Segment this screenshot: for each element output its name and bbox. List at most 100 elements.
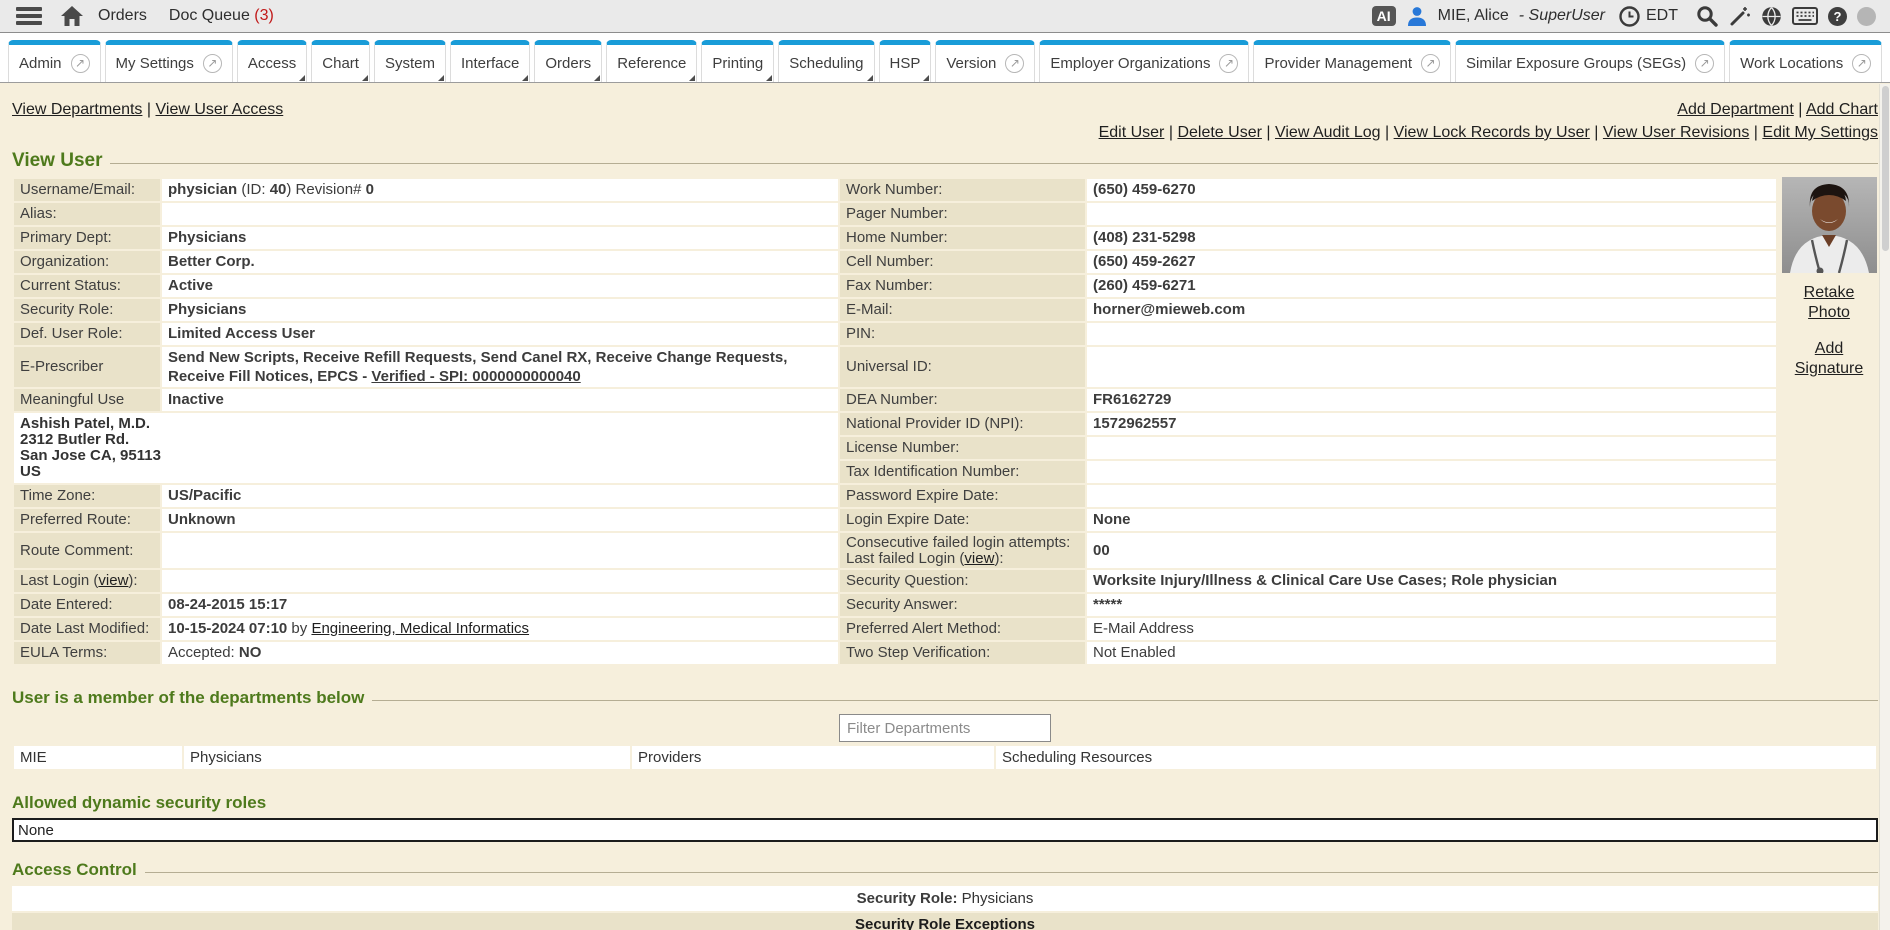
popout-icon[interactable]: ↗ (71, 54, 90, 73)
tab-admin[interactable]: Admin↗ (8, 40, 101, 82)
spi-verified-link[interactable]: Verified - SPI: 0000000000040 (371, 368, 580, 385)
view-user-access-link[interactable]: View User Access (156, 101, 284, 118)
nav-left-links: View Departments | View User Access (12, 101, 283, 119)
user-icon[interactable] (1406, 5, 1428, 27)
search-icon[interactable] (1696, 5, 1718, 27)
dropdown-corner-icon (766, 75, 772, 81)
retake-photo-link[interactable]: Retake Photo (1789, 283, 1869, 323)
popout-icon[interactable]: ↗ (1219, 54, 1238, 73)
security-role-label: Security Role: (857, 890, 958, 907)
separator: | (1594, 124, 1598, 141)
dropdown-corner-icon (362, 75, 368, 81)
globe-icon[interactable] (1761, 6, 1782, 27)
doc-queue-count: (3) (254, 7, 274, 24)
popout-icon[interactable]: ↗ (203, 54, 222, 73)
tab-employer-organizations[interactable]: Employer Organizations↗ (1039, 40, 1249, 82)
tab-version[interactable]: Version ↗ (935, 40, 1035, 82)
status-dot-icon[interactable] (1857, 7, 1876, 26)
field-label: Time Zone: (14, 485, 160, 507)
field-value: (408) 231-5298 (1087, 227, 1776, 249)
view-departments-link[interactable]: View Departments (12, 101, 142, 118)
delete-user-link[interactable]: Delete User (1177, 124, 1261, 141)
tab-printing[interactable]: Printing (701, 40, 774, 82)
tab-access[interactable]: Access (237, 40, 307, 82)
tab-label: Interface (461, 55, 519, 72)
tab-similar-exposure-groups[interactable]: Similar Exposure Groups (SEGs) ↗ (1455, 40, 1725, 82)
label-text: Consecutive failed login attempts: (846, 534, 1070, 551)
field-label: EULA Terms: (14, 642, 160, 664)
home-icon[interactable] (60, 5, 84, 27)
filter-departments-input[interactable] (839, 714, 1051, 742)
field-value (1087, 485, 1776, 507)
field-value (162, 570, 838, 592)
field-value: (260) 459-6271 (1087, 275, 1776, 297)
field-value: E-Mail Address (1087, 618, 1776, 640)
table-row: Organization: Better Corp. Cell Number: … (14, 251, 1776, 273)
vertical-scrollbar[interactable] (1879, 84, 1890, 930)
help-icon[interactable]: ? (1828, 7, 1847, 26)
tab-system[interactable]: System (374, 40, 446, 82)
field-value: Worksite Injury/Illness & Clinical Care … (1087, 570, 1776, 592)
field-value (1087, 203, 1776, 225)
scrollbar-thumb[interactable] (1882, 86, 1889, 251)
nav-links-row: View Departments | View User Access Add … (12, 101, 1878, 119)
popout-icon[interactable]: ↗ (1852, 54, 1871, 73)
hamburger-menu-icon[interactable] (16, 7, 42, 25)
current-user-name[interactable]: MIE, Alice (1438, 7, 1509, 25)
field-label: Pager Number: (840, 203, 1085, 225)
tab-reference[interactable]: Reference (606, 40, 697, 82)
field-label: Def. User Role: (14, 323, 160, 345)
field-value: (650) 459-2627 (1087, 251, 1776, 273)
tab-scheduling[interactable]: Scheduling (778, 40, 874, 82)
topbar-orders-link[interactable]: Orders (98, 7, 147, 25)
modified-by-link[interactable]: Engineering, Medical Informatics (311, 620, 529, 637)
separator: | (147, 101, 151, 118)
add-chart-link[interactable]: Add Chart (1806, 101, 1878, 118)
keyboard-icon[interactable] (1792, 7, 1818, 25)
add-department-link[interactable]: Add Department (1677, 101, 1794, 118)
view-lock-records-link[interactable]: View Lock Records by User (1394, 124, 1590, 141)
table-row: Security Role: Physicians E-Mail: horner… (14, 299, 1776, 321)
tab-label: Similar Exposure Groups (SEGs) (1466, 55, 1686, 72)
tab-interface[interactable]: Interface (450, 40, 530, 82)
ai-badge[interactable]: AI (1372, 6, 1396, 26)
dropdown-corner-icon (522, 75, 528, 81)
tab-hsp[interactable]: HSP (879, 40, 932, 82)
tab-work-locations[interactable]: Work Locations↗ (1729, 40, 1882, 82)
field-value: Better Corp. (162, 251, 838, 273)
popout-icon[interactable]: ↗ (1005, 54, 1024, 73)
dropdown-corner-icon (438, 75, 444, 81)
text: by (287, 620, 311, 637)
view-last-login-link[interactable]: view (98, 572, 128, 589)
field-value: Physicians (162, 227, 838, 249)
table-row: Time Zone: US/Pacific Password Expire Da… (14, 485, 1776, 507)
view-failed-login-link[interactable]: view (964, 550, 994, 567)
popout-icon[interactable]: ↗ (1695, 54, 1714, 73)
tab-chart[interactable]: Chart (311, 40, 370, 82)
page-title: View User (12, 150, 102, 172)
field-value (1087, 461, 1776, 483)
topbar-right-group: AI MIE, Alice - SuperUser EDT ? (1372, 5, 1876, 27)
tab-label: Version (946, 55, 996, 72)
header-rule (372, 700, 1878, 701)
field-label: Security Answer: (840, 594, 1085, 616)
add-signature-link[interactable]: Add Signature (1789, 339, 1869, 379)
view-user-revisions-link[interactable]: View User Revisions (1603, 124, 1749, 141)
magic-wand-icon[interactable] (1728, 5, 1751, 27)
tab-label: HSP (890, 55, 921, 72)
tab-my-settings[interactable]: My Settings↗ (105, 40, 233, 82)
field-value (1087, 323, 1776, 345)
topbar-doc-queue-link[interactable]: Doc Queue (3) (169, 7, 274, 25)
clock-icon[interactable] (1619, 6, 1640, 27)
field-label: Organization: (14, 251, 160, 273)
edit-user-link[interactable]: Edit User (1099, 124, 1165, 141)
popout-icon[interactable]: ↗ (1421, 54, 1440, 73)
view-audit-log-link[interactable]: View Audit Log (1275, 124, 1381, 141)
field-value: (650) 459-6270 (1087, 179, 1776, 201)
tab-provider-management[interactable]: Provider Management↗ (1253, 40, 1451, 82)
field-label: Preferred Alert Method: (840, 618, 1085, 640)
edit-my-settings-link[interactable]: Edit My Settings (1762, 124, 1878, 141)
separator: | (1385, 124, 1389, 141)
field-label: Preferred Route: (14, 509, 160, 531)
tab-orders[interactable]: Orders (534, 40, 602, 82)
